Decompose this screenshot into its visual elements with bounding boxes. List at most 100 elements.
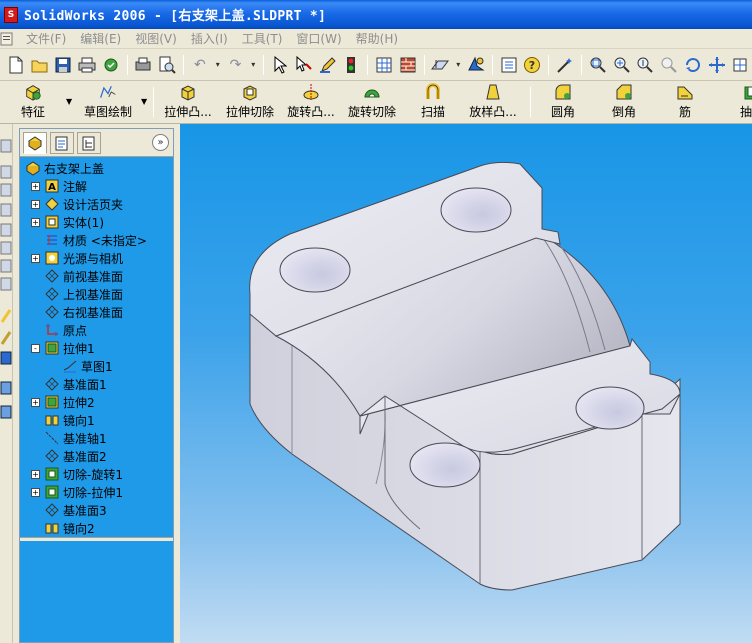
reference-geometry-icon[interactable] — [431, 55, 451, 75]
menu-edit[interactable]: 编辑(E) — [80, 30, 121, 47]
tab-feature-manager[interactable] — [23, 132, 47, 154]
print-icon[interactable] — [77, 55, 97, 75]
revolve-boss-button[interactable]: 旋转凸... — [283, 83, 339, 121]
tree-item-label: 上视基准面 — [63, 287, 124, 302]
tab-configuration-manager[interactable] — [77, 132, 101, 154]
expand-icon[interactable]: + — [31, 217, 40, 227]
tree-item-icon — [44, 448, 60, 464]
tree-item-icon — [44, 376, 60, 392]
zoom-area-icon[interactable] — [612, 55, 632, 75]
chamfer-icon — [615, 83, 633, 101]
extrude-cut-button[interactable]: 拉伸切除 — [224, 83, 276, 121]
menu-insert[interactable]: 插入(I) — [191, 30, 228, 47]
fillet-button[interactable]: 圆角 — [548, 83, 578, 121]
tree-item[interactable]: + 光源与相机 — [31, 249, 123, 267]
expand-icon[interactable]: + — [31, 181, 40, 191]
save-icon[interactable] — [53, 55, 73, 75]
tree-item[interactable]: + A 注解 — [31, 177, 87, 195]
tree-item-icon — [62, 358, 78, 374]
chevron-down-icon[interactable]: ▾ — [454, 55, 462, 75]
extrude-boss-button[interactable]: 拉伸凸... — [160, 83, 216, 121]
expand-icon[interactable]: + — [31, 199, 40, 209]
select-pointer-icon[interactable] — [270, 55, 290, 75]
tree-item[interactable]: 草图1 — [62, 357, 113, 375]
feature-button[interactable]: 特征 — [13, 83, 53, 121]
zoom-to-fit-icon[interactable] — [588, 55, 608, 75]
sketch-icon — [99, 83, 117, 101]
help-icon[interactable]: ? — [523, 55, 543, 75]
toolbox-icon[interactable] — [466, 55, 486, 75]
select-filter-icon[interactable] — [294, 55, 314, 75]
tree-item-label: 基准面1 — [63, 377, 107, 392]
sketch-button[interactable]: 草图绘制 — [80, 83, 136, 121]
menu-window[interactable]: 窗口(W) — [296, 30, 341, 47]
chevron-down-icon[interactable]: ▾ — [249, 55, 257, 75]
expand-icon[interactable]: + — [31, 469, 40, 479]
tree-item[interactable]: + 拉伸2 — [31, 393, 95, 411]
printer-icon[interactable] — [134, 55, 154, 75]
tree-item[interactable]: + 切除-旋转1 — [31, 465, 123, 483]
tree-item[interactable]: 材质 <未指定> — [31, 231, 147, 249]
shell-button[interactable]: 抽壳 — [732, 83, 752, 121]
sketch-tools-icons[interactable] — [0, 124, 13, 454]
magic-wand-icon[interactable] — [555, 55, 575, 75]
undo-icon[interactable]: ↶ — [190, 55, 210, 75]
sweep-button[interactable]: 扫描 — [418, 83, 448, 121]
rebuild-icon[interactable] — [101, 55, 121, 75]
print-preview-icon[interactable] — [157, 55, 177, 75]
pan-icon[interactable] — [707, 55, 727, 75]
traffic-light-icon[interactable] — [341, 55, 361, 75]
tree-item-icon — [44, 484, 60, 500]
tree-root-part[interactable]: 右支架上盖 — [25, 159, 104, 177]
brick-pattern-icon[interactable] — [398, 55, 418, 75]
chamfer-button[interactable]: 倒角 — [609, 83, 639, 121]
tree-item[interactable]: + 切除-拉伸1 — [31, 483, 123, 501]
chevron-down-icon[interactable]: ▾ — [214, 55, 222, 75]
revolve-cut-button[interactable]: 旋转切除 — [346, 83, 398, 121]
menu-bar: 文件(F) 编辑(E) 视图(V) 插入(I) 工具(T) 窗口(W) 帮助(H… — [0, 29, 752, 49]
menu-file[interactable]: 文件(F) — [26, 30, 66, 47]
tree-item-icon — [44, 340, 60, 356]
tree-item[interactable]: 基准面3 — [31, 501, 107, 519]
part-model-3d[interactable] — [180, 124, 752, 643]
tab-property-manager[interactable] — [50, 132, 74, 154]
tree-item[interactable]: 镜向1 — [31, 411, 95, 429]
tree-item[interactable]: 上视基准面 — [31, 285, 123, 303]
loft-button[interactable]: 放样凸... — [465, 83, 521, 121]
title-bar[interactable]: S SolidWorks 2006 - [右支架上盖.SLDPRT *] — [0, 0, 752, 29]
view-orientation-icon[interactable] — [730, 55, 750, 75]
options-list-icon[interactable] — [499, 55, 519, 75]
tree-item[interactable]: 原点 — [31, 321, 87, 339]
expand-icon[interactable]: + — [31, 253, 40, 263]
menu-view[interactable]: 视图(V) — [135, 30, 177, 47]
feature-manager-tabs: » — [20, 129, 173, 157]
tree-item[interactable]: 右视基准面 — [31, 303, 123, 321]
collapse-icon[interactable]: - — [31, 343, 40, 353]
expand-icon[interactable]: + — [31, 487, 40, 497]
tree-item[interactable]: 镜向2 — [31, 519, 95, 537]
menu-help[interactable]: 帮助(H) — [356, 30, 398, 47]
open-folder-icon[interactable] — [30, 55, 50, 75]
zoom-selection-icon[interactable] — [659, 55, 679, 75]
expand-icon[interactable]: + — [31, 397, 40, 407]
tree-item[interactable]: 基准面1 — [31, 375, 107, 393]
rib-button[interactable]: 筋 — [674, 83, 696, 121]
collapse-panel-button[interactable]: » — [152, 134, 169, 151]
redo-icon[interactable]: ↷ — [226, 55, 246, 75]
rotate-view-icon[interactable] — [683, 55, 703, 75]
tree-item[interactable]: 前视基准面 — [31, 267, 123, 285]
tree-item[interactable]: 基准轴1 — [31, 429, 107, 447]
extrude-cut-icon — [241, 83, 259, 101]
chevron-down-icon[interactable]: ▼ — [141, 97, 147, 106]
tree-item[interactable]: 基准面2 — [31, 447, 107, 465]
graphics-area[interactable] — [180, 124, 752, 643]
new-file-icon[interactable] — [6, 55, 26, 75]
sketch-pencil-icon[interactable] — [318, 55, 338, 75]
menu-tools[interactable]: 工具(T) — [242, 30, 283, 47]
tree-item[interactable]: + 实体(1) — [31, 213, 104, 231]
zoom-in-out-icon[interactable] — [635, 55, 655, 75]
tree-item[interactable]: - 拉伸1 — [31, 339, 95, 357]
tree-item[interactable]: + 设计活页夹 — [31, 195, 123, 213]
chevron-down-icon[interactable]: ▼ — [66, 97, 72, 106]
grid-icon[interactable] — [374, 55, 394, 75]
